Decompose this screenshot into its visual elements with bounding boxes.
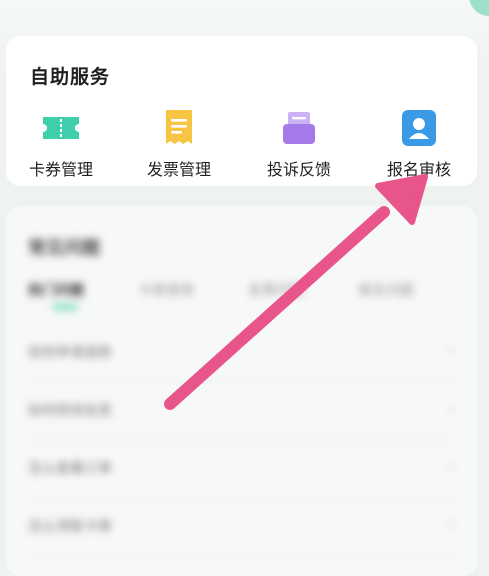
service-label-coupon: 卡券管理 (28, 160, 93, 179)
self-service-card: 自助服务 卡券管理 发票管理 投诉反馈 报名审核 (6, 36, 477, 186)
help-row[interactable]: 如何修改信息 › (28, 382, 455, 441)
chevron-right-icon: › (448, 340, 455, 359)
service-label-complaint: 投诉反馈 (266, 160, 331, 179)
service-item-coupon-management[interactable]: 卡券管理 (6, 106, 116, 186)
help-tab-invoice[interactable]: 发票问题 (248, 280, 304, 300)
help-row[interactable]: 如何申请退款 › (28, 324, 455, 383)
help-card: 常见问题 热门问题 卡券使用 发票问题 报名问题 如何申请退款 › 如何修改信息… (6, 206, 477, 576)
service-item-registration-review[interactable]: 报名审核 (364, 106, 474, 186)
self-service-title: 自助服务 (30, 66, 111, 88)
registration-review-icon (402, 110, 436, 146)
chevron-right-icon: › (448, 456, 455, 475)
help-row-text: 怎么查看订单 (28, 461, 112, 477)
help-row-text: 怎么领取卡券 (28, 519, 112, 535)
help-tab-coupon[interactable]: 卡券使用 (138, 280, 194, 300)
service-label-registration-review: 报名审核 (386, 160, 451, 179)
service-item-invoice-management[interactable]: 发票管理 (124, 106, 234, 186)
help-content-blurred: 常见问题 热门问题 卡券使用 发票问题 报名问题 如何申请退款 › 如何修改信息… (6, 206, 477, 576)
ticket-icon (43, 117, 79, 139)
service-label-invoice: 发票管理 (146, 160, 211, 179)
chevron-right-icon: › (448, 398, 455, 417)
help-row-text: 如何修改信息 (28, 403, 112, 419)
tab-indicator (52, 304, 78, 310)
chevron-right-icon: › (448, 514, 455, 533)
complaint-icon (283, 112, 315, 144)
help-tab-hot[interactable]: 热门问题 (28, 280, 84, 300)
help-tab-registration[interactable]: 报名问题 (358, 280, 414, 300)
help-row[interactable]: 怎么领取卡券 › (28, 498, 455, 557)
service-item-complaint-feedback[interactable]: 投诉反馈 (244, 106, 354, 186)
help-row[interactable]: 怎么查看订单 › (28, 440, 455, 499)
help-title: 常见问题 (28, 238, 100, 259)
help-row-text: 如何申请退款 (28, 345, 112, 361)
invoice-icon (166, 110, 192, 144)
